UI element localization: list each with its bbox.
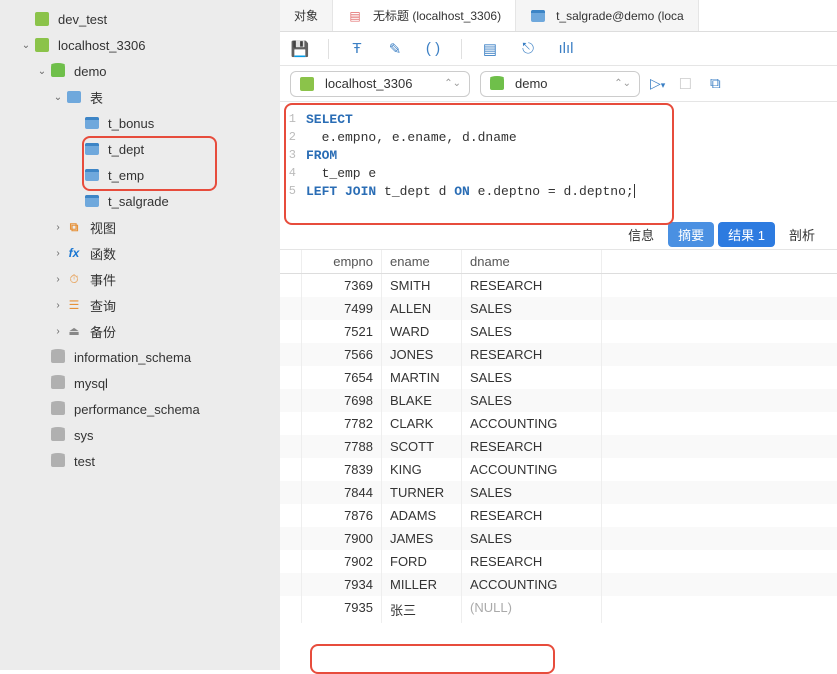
text-icon[interactable]: ▤ xyxy=(480,39,500,59)
db-sys[interactable]: sys xyxy=(0,422,280,448)
table-row[interactable]: 7521WARDSALES xyxy=(280,320,837,343)
table-icon xyxy=(85,169,99,181)
table-icon xyxy=(85,195,99,207)
functions-node[interactable]: ›fx函数 xyxy=(0,240,280,266)
col-ename[interactable]: ename xyxy=(382,250,462,273)
rtab-profile[interactable]: 剖析 xyxy=(779,222,825,247)
col-dname[interactable]: dname xyxy=(462,250,602,273)
run-button[interactable]: ▷▾ xyxy=(650,75,665,92)
result-tabs: 信息 摘要 结果 1 剖析 xyxy=(280,220,837,250)
db-performance-schema[interactable]: performance_schema xyxy=(0,396,280,422)
function-icon: fx xyxy=(66,245,82,261)
stop-button[interactable]: ☐ xyxy=(675,74,695,94)
table-row[interactable]: 7698BLAKESALES xyxy=(280,389,837,412)
queries-node[interactable]: ›☰查询 xyxy=(0,292,280,318)
format-icon[interactable]: Ŧ xyxy=(347,39,367,59)
table-row[interactable]: 7902FORDRESEARCH xyxy=(280,550,837,573)
chevron-right-icon[interactable]: › xyxy=(52,300,64,311)
chevron-right-icon[interactable]: › xyxy=(52,222,64,233)
query-icon: ☰ xyxy=(66,297,82,313)
table-row[interactable]: 7782CLARKACCOUNTING xyxy=(280,412,837,435)
table-t-bonus[interactable]: t_bonus xyxy=(0,110,280,136)
conn-localhost[interactable]: ⌄localhost_3306 xyxy=(0,32,280,58)
wand-icon[interactable]: ✎ xyxy=(385,39,405,59)
connection-icon xyxy=(35,38,49,52)
database-icon xyxy=(51,403,65,415)
views-node[interactable]: ›⧉视图 xyxy=(0,214,280,240)
table-icon xyxy=(85,117,99,129)
table-t-salgrade[interactable]: t_salgrade xyxy=(0,188,280,214)
database-selector[interactable]: demo⌃⌄ xyxy=(480,71,640,97)
table-t-emp[interactable]: t_emp xyxy=(0,162,280,188)
table-t-dept[interactable]: t_dept xyxy=(0,136,280,162)
connection-selector[interactable]: localhost_3306⌃⌄ xyxy=(290,71,470,97)
table-row[interactable]: 7654MARTINSALES xyxy=(280,366,837,389)
rtab-result[interactable]: 结果 1 xyxy=(718,222,775,247)
col-empno[interactable]: empno xyxy=(302,250,382,273)
tabs: 对象 ▤无标题 (localhost_3306) t_salgrade@demo… xyxy=(280,0,837,32)
backup-node[interactable]: ›⏏备份 xyxy=(0,318,280,344)
table-row[interactable]: 7876ADAMSRESEARCH xyxy=(280,504,837,527)
view-icon: ⧉ xyxy=(66,219,82,235)
database-icon xyxy=(51,377,65,389)
chevron-down-icon[interactable]: ⌄ xyxy=(52,92,64,103)
conn-dev-test[interactable]: dev_test xyxy=(0,6,280,32)
export-icon[interactable]: ⎋ xyxy=(518,39,538,59)
table-icon xyxy=(531,10,545,22)
rtab-summary[interactable]: 摘要 xyxy=(668,222,714,247)
db-mysql[interactable]: mysql xyxy=(0,370,280,396)
tab-untitled-query[interactable]: ▤无标题 (localhost_3306) xyxy=(333,0,516,31)
chevron-down-icon[interactable]: ⌄ xyxy=(20,40,32,51)
toolbar: 💾 Ŧ ✎ ( ) ▤ ⎋ ılıl xyxy=(280,32,837,66)
chevron-right-icon[interactable]: › xyxy=(52,274,64,285)
connection-icon xyxy=(300,77,314,91)
database-icon xyxy=(51,429,65,441)
table-row[interactable]: 7934MILLERACCOUNTING xyxy=(280,573,837,596)
table-row[interactable]: 7839KINGACCOUNTING xyxy=(280,458,837,481)
table-row[interactable]: 7788SCOTTRESEARCH xyxy=(280,435,837,458)
main: 对象 ▤无标题 (localhost_3306) t_salgrade@demo… xyxy=(280,0,837,670)
table-row[interactable]: 7566JONESRESEARCH xyxy=(280,343,837,366)
tab-salgrade[interactable]: t_salgrade@demo (loca xyxy=(516,0,699,31)
tables-icon xyxy=(67,91,81,103)
code-icon[interactable]: ( ) xyxy=(423,39,443,59)
backup-icon: ⏏ xyxy=(66,323,82,339)
chevron-right-icon[interactable]: › xyxy=(52,326,64,337)
tables-node[interactable]: ⌄表 xyxy=(0,84,280,110)
db-demo[interactable]: ⌄demo xyxy=(0,58,280,84)
connection-icon xyxy=(35,12,49,26)
db-test[interactable]: test xyxy=(0,448,280,474)
event-icon: ⏱ xyxy=(66,271,82,287)
grid-header: empno ename dname xyxy=(280,250,837,274)
chevron-right-icon[interactable]: › xyxy=(52,248,64,259)
explain-button[interactable]: ⧉ xyxy=(705,74,725,94)
table-row[interactable]: 7499ALLENSALES xyxy=(280,297,837,320)
sql-editor[interactable]: 1SELECT 2 e.empno, e.ename, d.dname 3FRO… xyxy=(280,102,837,220)
table-row[interactable]: 7844TURNERSALES xyxy=(280,481,837,504)
database-icon xyxy=(51,65,65,77)
table-row[interactable]: 7935张三(NULL) xyxy=(280,596,837,623)
events-node[interactable]: ›⏱事件 xyxy=(0,266,280,292)
save-icon[interactable]: 💾 xyxy=(290,39,310,59)
database-icon xyxy=(490,78,504,90)
db-information-schema[interactable]: information_schema xyxy=(0,344,280,370)
table-icon xyxy=(85,143,99,155)
table-row[interactable]: 7900JAMESSALES xyxy=(280,527,837,550)
table-row[interactable]: 7369SMITHRESEARCH xyxy=(280,274,837,297)
selector-bar: localhost_3306⌃⌄ demo⌃⌄ ▷▾ ☐ ⧉ xyxy=(280,66,837,102)
rtab-info[interactable]: 信息 xyxy=(618,222,664,247)
chart-icon[interactable]: ılıl xyxy=(556,39,576,59)
chevron-down-icon[interactable]: ⌄ xyxy=(36,66,48,77)
query-icon: ▤ xyxy=(347,8,363,24)
tab-objects[interactable]: 对象 xyxy=(280,0,333,31)
database-icon xyxy=(51,351,65,363)
database-icon xyxy=(51,455,65,467)
result-grid[interactable]: empno ename dname 7369SMITHRESEARCH7499A… xyxy=(280,250,837,670)
sidebar: dev_test ⌄localhost_3306 ⌄demo ⌄表 t_bonu… xyxy=(0,0,280,670)
